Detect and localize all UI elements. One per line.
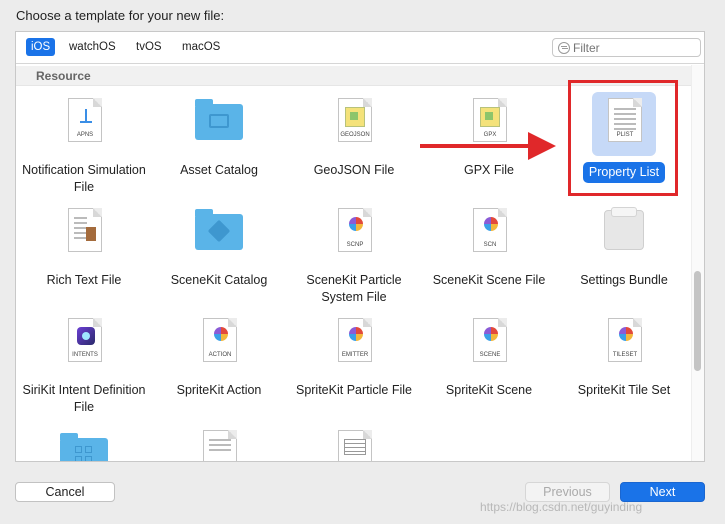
annotation-arrow bbox=[420, 144, 530, 148]
text-doc-icon bbox=[187, 424, 251, 461]
template-partial-table[interactable] bbox=[286, 424, 422, 461]
template-asset-catalog[interactable]: Asset Catalog bbox=[151, 92, 287, 179]
template-notification-simulation[interactable]: APNS Notification Simulation File bbox=[16, 92, 152, 196]
cancel-button[interactable]: Cancel bbox=[15, 482, 115, 502]
tileset-doc-icon: TILESET bbox=[592, 312, 656, 376]
folder-icon bbox=[187, 92, 251, 156]
template-spritekit-particle[interactable]: EMITTER SpriteKit Particle File bbox=[286, 312, 422, 399]
apns-doc-icon: APNS bbox=[52, 92, 116, 156]
scnp-doc-icon: SCNP bbox=[322, 202, 386, 266]
template-spritekit-action[interactable]: ACTION SpriteKit Action bbox=[151, 312, 287, 399]
template-sirikit-intent[interactable]: INTENTS SiriKit Intent Definition File bbox=[16, 312, 152, 416]
rtf-doc-icon bbox=[52, 202, 116, 266]
next-button[interactable]: Next bbox=[620, 482, 705, 502]
scrollbar[interactable] bbox=[691, 65, 704, 461]
settings-bundle-icon bbox=[592, 202, 656, 266]
template-spritekit-scene[interactable]: SCENE SpriteKit Scene bbox=[421, 312, 557, 399]
template-partial-folder[interactable] bbox=[16, 424, 152, 461]
template-geojson[interactable]: GEOJSON GeoJSON File bbox=[286, 92, 422, 179]
dialog-heading: Choose a template for your new file: bbox=[16, 8, 225, 23]
template-settings-bundle[interactable]: Settings Bundle bbox=[556, 202, 692, 289]
template-scenekit-particle[interactable]: SCNP SceneKit Particle System File bbox=[286, 202, 422, 306]
scene-doc-icon: SCENE bbox=[457, 312, 521, 376]
scrollbar-thumb[interactable] bbox=[694, 271, 701, 371]
watermark: https://blog.csdn.net/guyinding bbox=[480, 500, 643, 514]
emitter-doc-icon: EMITTER bbox=[322, 312, 386, 376]
table-doc-icon bbox=[322, 424, 386, 461]
annotation-highlight-box bbox=[568, 80, 678, 196]
action-doc-icon: ACTION bbox=[187, 312, 251, 376]
annotation-arrow-head bbox=[528, 132, 556, 160]
intents-doc-icon: INTENTS bbox=[52, 312, 116, 376]
template-partial-doc[interactable] bbox=[151, 424, 287, 461]
geojson-doc-icon: GEOJSON bbox=[322, 92, 386, 156]
scenekit-folder-icon bbox=[187, 202, 251, 266]
previous-button[interactable]: Previous bbox=[525, 482, 610, 502]
template-scenekit-catalog[interactable]: SceneKit Catalog bbox=[151, 202, 287, 289]
folder-icon bbox=[52, 424, 116, 461]
scn-doc-icon: SCN bbox=[457, 202, 521, 266]
template-spritekit-tileset[interactable]: TILESET SpriteKit Tile Set bbox=[556, 312, 692, 399]
template-rich-text[interactable]: Rich Text File bbox=[16, 202, 152, 289]
template-scenekit-scene[interactable]: SCN SceneKit Scene File bbox=[421, 202, 557, 289]
